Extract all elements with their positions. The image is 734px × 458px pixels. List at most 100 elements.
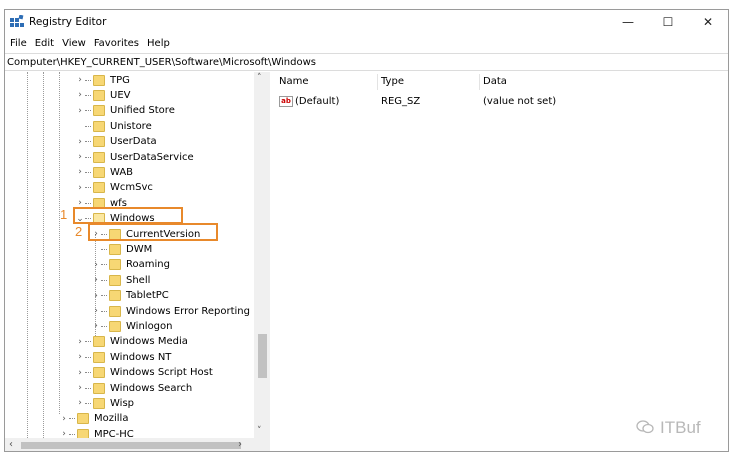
expand-chevron-icon[interactable]: › [75,105,85,117]
highlight-box-currentversion [88,223,218,241]
expand-chevron-icon[interactable]: › [75,182,85,194]
tree-node-tabletpc[interactable]: › TabletPC [91,288,169,304]
tree-node-label: TabletPC [126,290,169,302]
tree-node-windows-nt[interactable]: › Windows NT [75,349,171,365]
menu-edit[interactable]: Edit [32,36,57,52]
tree-horizontal-scrollbar[interactable]: ‹ › [5,438,270,451]
tree-vertical-scrollbar[interactable]: ˄ ˅ [254,72,270,438]
folder-icon [109,320,121,332]
menu-view[interactable]: View [59,36,89,52]
column-divider[interactable] [479,74,480,90]
tree-node-label: UEV [110,89,131,101]
expand-chevron-icon[interactable]: › [75,382,85,394]
title-bar[interactable]: Registry Editor — ☐ ✕ [5,10,728,34]
tree-node-label: Wisp [110,397,135,409]
column-header-name[interactable]: Name [279,76,309,87]
tree-node-mozilla[interactable]: › Mozilla [59,411,128,427]
scroll-up-icon[interactable]: ˄ [257,73,262,83]
tree-node-windows-error-reporting[interactable]: › Windows Error Reporting [91,303,250,319]
menu-favorites[interactable]: Favorites [91,36,142,52]
tree-node-windows-script-host[interactable]: › Windows Script Host [75,365,213,381]
scroll-down-icon[interactable]: ˅ [257,426,262,436]
expand-chevron-icon[interactable]: › [91,320,101,332]
address-bar[interactable]: Computer\HKEY_CURRENT_USER\Software\Micr… [5,53,728,71]
expand-chevron-icon[interactable]: › [75,351,85,363]
tree-connector [101,264,107,266]
tree-node-winlogon[interactable]: › Winlogon [91,318,172,334]
value-row[interactable]: ab (Default) REG_SZ (value not set) [271,94,728,110]
expand-chevron-icon[interactable]: › [75,89,85,101]
menu-file[interactable]: File [7,36,30,52]
expand-chevron-icon[interactable]: › [75,166,85,178]
folder-icon [93,166,105,178]
tree-node-label: Windows NT [110,351,172,363]
expand-chevron-icon[interactable]: › [91,305,101,317]
expand-chevron-icon[interactable]: › [75,397,85,409]
address-path[interactable]: Computer\HKEY_CURRENT_USER\Software\Micr… [7,57,316,68]
tree-connector [101,325,107,327]
tree-connector [101,279,107,281]
expand-chevron-icon[interactable]: › [75,336,85,348]
menu-bar: File Edit View Favorites Help [5,36,728,52]
folder-icon [77,413,89,425]
column-divider[interactable] [377,74,378,90]
scroll-left-icon[interactable]: ‹ [9,439,13,450]
tree-connector [85,125,91,127]
tree-connector [85,341,91,343]
column-header-data[interactable]: Data [483,76,507,87]
step-number-1: 1 [60,207,68,222]
highlight-box-windows [73,207,183,224]
tree-connector [85,94,91,96]
expand-chevron-icon[interactable]: › [59,413,69,425]
folder-icon [109,243,121,255]
expand-chevron-icon[interactable]: › [75,367,85,379]
registry-editor-icon [10,15,24,27]
tree-node-unistore[interactable]: Unistore [75,118,152,134]
tree-node-roaming[interactable]: › Roaming [91,257,170,273]
folder-icon [93,351,105,363]
column-header-type[interactable]: Type [381,76,404,87]
tree-node-windows-search[interactable]: › Windows Search [75,380,192,396]
expand-chevron-icon[interactable]: › [91,290,101,302]
tree-connector [85,387,91,389]
value-type: REG_SZ [381,96,421,107]
expand-chevron-icon[interactable]: › [75,136,85,148]
minimize-button[interactable]: — [608,10,648,34]
expand-chevron-icon[interactable]: › [75,74,85,86]
tree-node-userdata[interactable]: › UserData [75,134,157,150]
value-data: (value not set) [483,96,557,107]
tree-node-wcmsvc[interactable]: › WcmSvc [75,180,153,196]
expand-chevron-icon[interactable]: › [91,259,101,271]
close-button[interactable]: ✕ [688,10,728,34]
values-pane: Name Type Data ab (Default) REG_SZ (valu… [271,72,728,451]
tree-guide-line [59,72,60,414]
vertical-scroll-thumb[interactable] [258,334,267,378]
tree-node-wisp[interactable]: › Wisp [75,395,134,411]
tree-node-label: Unistore [110,120,152,132]
scroll-right-icon[interactable]: › [238,439,242,450]
tree-node-label: Windows Error Reporting [126,305,250,317]
tree-node-uev[interactable]: › UEV [75,87,130,103]
tree-node-label: Windows Media [110,336,188,348]
folder-icon [109,274,121,286]
folder-icon [109,305,121,317]
expand-chevron-icon[interactable]: › [91,274,101,286]
step-number-2: 2 [75,224,83,239]
menu-help[interactable]: Help [144,36,173,52]
tree-node-label: DWM [126,243,153,255]
tree-node-dwm[interactable]: DWM [91,241,152,257]
tree-node-tpg[interactable]: › TPG [75,72,130,88]
maximize-button[interactable]: ☐ [648,10,688,34]
watermark-text: ITBuf [660,418,701,437]
tree-node-label: Roaming [126,259,170,271]
tree-node-windows-media[interactable]: › Windows Media [75,334,188,350]
tree-node-shell[interactable]: › Shell [91,272,150,288]
horizontal-scroll-thumb[interactable] [21,442,241,449]
folder-icon [93,136,105,148]
tree-node-label: Mozilla [94,413,129,425]
tree-connector [69,433,75,435]
tree-node-unified-store[interactable]: › Unified Store [75,103,175,119]
expand-chevron-icon[interactable]: › [75,151,85,163]
tree-node-wab[interactable]: › WAB [75,164,133,180]
tree-node-userdataservice[interactable]: › UserDataService [75,149,194,165]
